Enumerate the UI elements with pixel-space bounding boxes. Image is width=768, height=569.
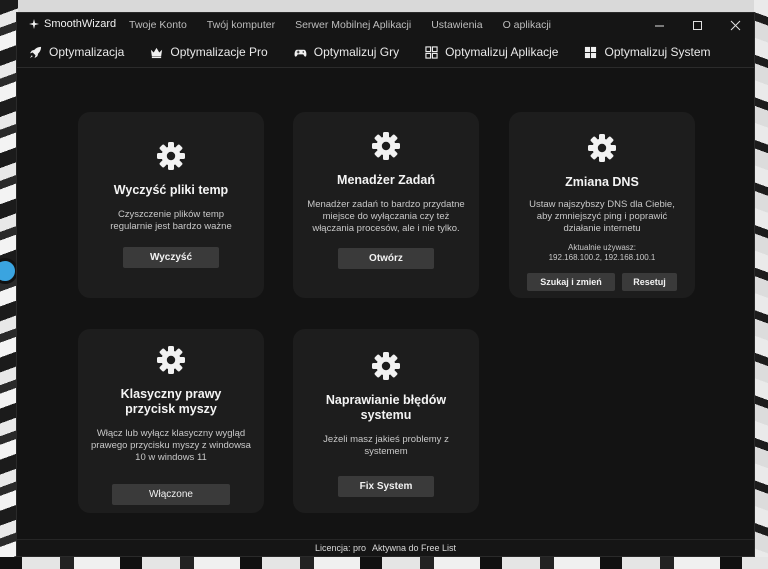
card-description: Włącz lub wyłącz klasyczny wygląd praweg… bbox=[91, 428, 251, 463]
gear-icon bbox=[157, 346, 185, 374]
reset-dns-button[interactable]: Resetuj bbox=[622, 273, 677, 291]
tab-label: Optymalizuj Gry bbox=[313, 45, 400, 59]
license-value: Aktywna do Free List bbox=[371, 543, 457, 553]
menu-item-about[interactable]: O aplikacji bbox=[503, 19, 551, 31]
card-task-manager: Menadżer Zadań Menadżer zadań to bardzo … bbox=[293, 112, 479, 298]
desktop-background-bottom bbox=[0, 557, 768, 569]
card-classic-context-menu: Klasyczny prawy przycisk myszy Włącz lub… bbox=[78, 329, 264, 513]
tab-optymalizuj-system[interactable]: Optymalizuj System bbox=[584, 45, 711, 59]
close-button[interactable] bbox=[716, 13, 754, 37]
menu-item-mobile-server[interactable]: Serwer Mobilnej Aplikacji bbox=[295, 19, 411, 31]
app-window: SmoothWizard Twoje Konto Twój komputer S… bbox=[16, 12, 755, 557]
card-clean-temp: Wyczyść pliki temp Czyszczenie plików te… bbox=[78, 112, 264, 298]
fix-system-button[interactable]: Fix System bbox=[338, 476, 434, 497]
card-title: Wyczyść pliki temp bbox=[113, 183, 229, 197]
menu-item-settings[interactable]: Ustawienia bbox=[431, 19, 482, 31]
sparkle-logo-icon bbox=[29, 19, 39, 29]
gamepad-icon bbox=[294, 49, 307, 57]
tab-optymalizuj-aplikacje[interactable]: Optymalizuj Aplikacje bbox=[425, 45, 558, 59]
gear-icon bbox=[157, 142, 185, 170]
card-description: Czyszczenie plików temp regularnie jest … bbox=[110, 209, 232, 232]
app-brand: SmoothWizard bbox=[29, 18, 116, 30]
dns-current-label: Aktualnie używasz: bbox=[567, 243, 637, 252]
maximize-icon bbox=[692, 20, 702, 30]
tab-optymalizuj-gry[interactable]: Optymalizuj Gry bbox=[294, 45, 399, 59]
classic-context-menu-toggle[interactable]: Włączone bbox=[112, 484, 230, 505]
title-bar[interactable]: SmoothWizard Twoje Konto Twój komputer S… bbox=[17, 13, 754, 37]
tab-label: Optymalizuj System bbox=[604, 45, 711, 59]
top-menu: Twoje Konto Twój komputer Serwer Mobilne… bbox=[129, 19, 571, 31]
clean-temp-button[interactable]: Wyczyść bbox=[123, 247, 219, 268]
dns-current-value: 192.168.100.2, 192.168.100.1 bbox=[548, 253, 656, 262]
find-and-change-dns-button[interactable]: Szukaj i zmień bbox=[527, 273, 615, 291]
menu-item-account[interactable]: Twoje Konto bbox=[129, 19, 187, 31]
app-title: SmoothWizard bbox=[44, 18, 117, 30]
card-description: Ustaw najszybszy DNS dla Ciebie, aby zmn… bbox=[529, 199, 675, 234]
apps-grid-icon bbox=[425, 45, 438, 59]
open-task-manager-button[interactable]: Otwórz bbox=[338, 248, 434, 269]
card-description: Menadżer zadań to bardzo przydatne miejs… bbox=[307, 199, 465, 234]
tab-label: Optymalizacje Pro bbox=[170, 45, 268, 59]
status-bar: Licencja: pro Aktywna do Free List bbox=[17, 539, 754, 556]
card-title: Klasyczny prawy przycisk myszy bbox=[120, 387, 222, 416]
main-nav: Optymalizacja Optymalizacje Pro Optymali… bbox=[29, 41, 737, 63]
license-label: Licencja: pro bbox=[314, 543, 366, 553]
minimize-button[interactable] bbox=[640, 13, 678, 37]
dns-button-row: Szukaj i zmień Resetuj bbox=[527, 273, 677, 291]
card-title: Menadżer Zadań bbox=[337, 173, 435, 187]
window-controls bbox=[640, 13, 754, 37]
tab-optymalizacja[interactable]: Optymalizacja bbox=[29, 45, 124, 59]
tab-label: Optymalizacja bbox=[49, 45, 125, 59]
rocket-icon bbox=[29, 46, 42, 58]
gear-icon bbox=[372, 352, 400, 380]
card-title: Naprawianie błędów systemu bbox=[325, 393, 447, 422]
main-content: Wyczyść pliki temp Czyszczenie plików te… bbox=[17, 68, 754, 542]
tab-optymalizacje-pro[interactable]: Optymalizacje Pro bbox=[150, 45, 268, 59]
minimize-icon bbox=[654, 25, 664, 26]
menu-item-computer[interactable]: Twój komputer bbox=[207, 19, 275, 31]
card-description: Jeżeli masz jakieś problemy z systemem bbox=[323, 434, 449, 457]
desktop-background-right bbox=[754, 0, 768, 569]
gear-icon bbox=[372, 132, 400, 160]
crown-icon bbox=[151, 47, 163, 58]
tab-label: Optymalizuj Aplikacje bbox=[445, 45, 559, 59]
card-system-repair: Naprawianie błędów systemu Jeżeli masz j… bbox=[293, 329, 479, 513]
card-dns: Zmiana DNS Ustaw najszybszy DNS dla Cieb… bbox=[509, 112, 695, 298]
gear-icon bbox=[588, 134, 616, 162]
maximize-button[interactable] bbox=[678, 13, 716, 37]
close-icon bbox=[730, 20, 740, 30]
card-title: Zmiana DNS bbox=[565, 175, 639, 189]
windows-logo-icon bbox=[585, 46, 597, 58]
